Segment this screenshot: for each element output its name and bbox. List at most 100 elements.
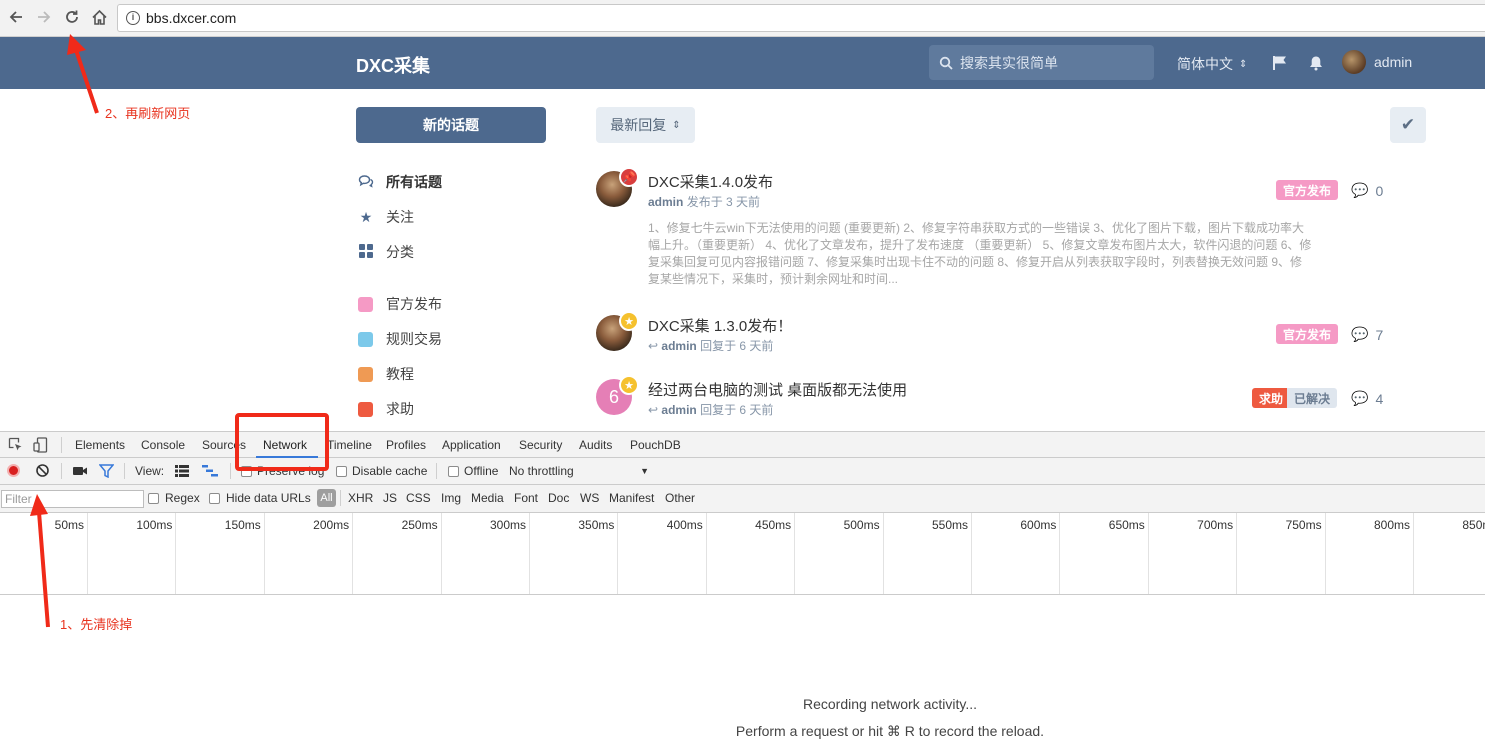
check-icon: ✔ bbox=[1400, 115, 1416, 134]
language-selector[interactable]: 简体中文 ⇕ bbox=[1177, 54, 1247, 74]
type-filter-font[interactable]: Font bbox=[514, 491, 538, 505]
timeline-tick-label: 250ms bbox=[401, 518, 438, 532]
back-icon[interactable] bbox=[5, 6, 27, 28]
grid-icon bbox=[358, 243, 374, 261]
discussion-time: 回复于 6 天前 bbox=[700, 403, 774, 417]
type-filter-all[interactable]: All bbox=[317, 489, 336, 507]
new-topic-button[interactable]: 新的话题 bbox=[356, 107, 546, 143]
reply-count-value: 0 bbox=[1375, 182, 1384, 199]
tab-console[interactable]: Console bbox=[141, 438, 185, 452]
sort-dropdown[interactable]: 最新回复 ⇕ bbox=[596, 107, 695, 143]
timeline-gridline bbox=[263, 513, 265, 594]
timeline-tick-label: 350ms bbox=[578, 518, 615, 532]
timeline-tick-label: 800ms bbox=[1373, 518, 1410, 532]
discussion-tag[interactable]: 官方发布 bbox=[1276, 180, 1339, 200]
sidebar-item-categories[interactable]: 分类 bbox=[358, 242, 414, 262]
search-icon bbox=[939, 56, 953, 70]
discussion-title[interactable]: DXC采集 1.3.0发布！ bbox=[648, 315, 792, 336]
throttling-value: No throttling bbox=[509, 464, 574, 478]
sidebar-tag-help[interactable]: 求助 bbox=[358, 399, 414, 419]
view-label: View: bbox=[135, 464, 165, 478]
discussion-tag[interactable]: 官方发布 bbox=[1276, 324, 1339, 344]
toolbar-divider bbox=[340, 490, 341, 506]
reply-count-value: 7 bbox=[1375, 326, 1384, 343]
user-menu[interactable]: admin bbox=[1342, 50, 1412, 74]
large-rows-icon[interactable] bbox=[175, 465, 189, 480]
sidebar-tag-official[interactable]: 官方发布 bbox=[358, 294, 442, 314]
sidebar-tag-tutorial[interactable]: 教程 bbox=[358, 364, 414, 384]
type-filter-img[interactable]: Img bbox=[441, 491, 461, 505]
type-filter-js[interactable]: JS bbox=[383, 491, 397, 505]
home-icon[interactable] bbox=[88, 6, 110, 28]
offline-checkbox[interactable] bbox=[448, 466, 459, 477]
tab-pouchdb[interactable]: PouchDB bbox=[630, 438, 681, 452]
tab-profiles[interactable]: Profiles bbox=[386, 438, 426, 452]
sidebar-tag-rules-trade[interactable]: 规则交易 bbox=[358, 329, 442, 349]
sidebar-item-label: 关注 bbox=[386, 209, 414, 225]
timeline-tick-label: 200ms bbox=[313, 518, 350, 532]
tab-timeline[interactable]: Timeline bbox=[327, 438, 372, 452]
timeline-tick-label: 500ms bbox=[843, 518, 880, 532]
reply-count: 💬 0 bbox=[1351, 182, 1383, 199]
mark-all-read-button[interactable]: ✔ bbox=[1390, 107, 1426, 143]
discussion-title[interactable]: DXC采集1.4.0发布 bbox=[648, 171, 773, 192]
search-input[interactable]: 搜索其实很简单 bbox=[929, 45, 1154, 80]
url-text: bbs.dxcer.com bbox=[146, 10, 237, 26]
reload-icon[interactable] bbox=[61, 6, 83, 28]
annotation-step2: 2、再刷新网页 bbox=[105, 106, 191, 121]
timeline-gridline bbox=[971, 513, 972, 594]
discussion-tag[interactable]: 求助 bbox=[1252, 388, 1291, 408]
record-icon[interactable] bbox=[7, 464, 20, 477]
disable-cache-checkbox[interactable] bbox=[336, 466, 347, 477]
tab-security[interactable]: Security bbox=[519, 438, 562, 452]
type-filter-other[interactable]: Other bbox=[665, 491, 695, 505]
hide-data-urls-label: Hide data URLs bbox=[226, 491, 311, 505]
sidebar-item-following[interactable]: ★ 关注 bbox=[358, 207, 414, 227]
type-filter-manifest[interactable]: Manifest bbox=[609, 491, 654, 505]
site-brand[interactable]: DXC采集 bbox=[356, 52, 430, 78]
toolbar-divider bbox=[436, 463, 437, 479]
avatar bbox=[1342, 50, 1366, 74]
tab-application[interactable]: Application bbox=[442, 438, 501, 452]
type-filter-media[interactable]: Media bbox=[471, 491, 504, 505]
comment-icon: 💬 bbox=[1351, 390, 1369, 406]
inspect-element-icon[interactable] bbox=[8, 437, 23, 455]
discussion-title[interactable]: 经过两台电脑的测试 桌面版都无法使用 bbox=[648, 379, 907, 400]
timeline-gridline bbox=[1236, 513, 1238, 594]
overview-waterfall-icon[interactable] bbox=[202, 465, 218, 480]
timeline-tick-label: 450ms bbox=[755, 518, 792, 532]
type-filter-doc[interactable]: Doc bbox=[548, 491, 569, 505]
throttling-select[interactable]: No throttling ▼ bbox=[509, 464, 649, 478]
timeline-tick-label: 550ms bbox=[931, 518, 968, 532]
discussion-tag-solved[interactable]: 已解决 bbox=[1287, 388, 1338, 408]
devtools-tab-bar: Elements Console Sources Network Timelin… bbox=[0, 431, 1485, 458]
sidebar-item-all-topics[interactable]: 所有话题 bbox=[358, 172, 442, 192]
annotation-highlight-box bbox=[235, 413, 329, 471]
site-header: DXC采集 搜索其实很简单 简体中文 ⇕ admin bbox=[0, 37, 1485, 89]
discussion-author[interactable]: admin bbox=[661, 339, 696, 353]
type-filter-ws[interactable]: WS bbox=[580, 491, 599, 505]
timeline-gridline bbox=[882, 513, 884, 594]
type-filter-css[interactable]: CSS bbox=[406, 491, 431, 505]
discussion-meta: ↩ admin 回复于 6 天前 bbox=[648, 337, 773, 354]
hide-data-urls-checkbox[interactable] bbox=[209, 493, 220, 504]
network-filter-bar bbox=[0, 485, 1485, 513]
flag-icon[interactable] bbox=[1272, 55, 1288, 70]
address-bar[interactable]: i bbs.dxcer.com bbox=[117, 4, 1485, 32]
reply-count: 💬 7 bbox=[1351, 326, 1383, 343]
forward-icon[interactable] bbox=[33, 6, 55, 28]
info-icon[interactable]: i bbox=[126, 11, 140, 25]
regex-checkbox[interactable] bbox=[148, 493, 159, 504]
discussion-author[interactable]: admin bbox=[661, 403, 696, 417]
discussion-time: 回复于 6 天前 bbox=[700, 339, 774, 353]
timeline-gridline bbox=[1147, 513, 1149, 594]
tab-audits[interactable]: Audits bbox=[579, 438, 612, 452]
disable-cache-label: Disable cache bbox=[352, 464, 428, 478]
bell-icon[interactable] bbox=[1308, 55, 1324, 71]
timeline-gridline bbox=[440, 513, 442, 594]
network-timeline-overview[interactable]: 50ms 100ms 150ms 200ms 250ms 300ms 350ms 400ms 4… bbox=[0, 513, 1485, 595]
timeline-gridline bbox=[794, 513, 796, 594]
discussion-author[interactable]: admin bbox=[648, 195, 683, 209]
network-toolbar: View: Preserve log Disable cache Offline… bbox=[0, 458, 1485, 485]
type-filter-xhr[interactable]: XHR bbox=[348, 491, 373, 505]
